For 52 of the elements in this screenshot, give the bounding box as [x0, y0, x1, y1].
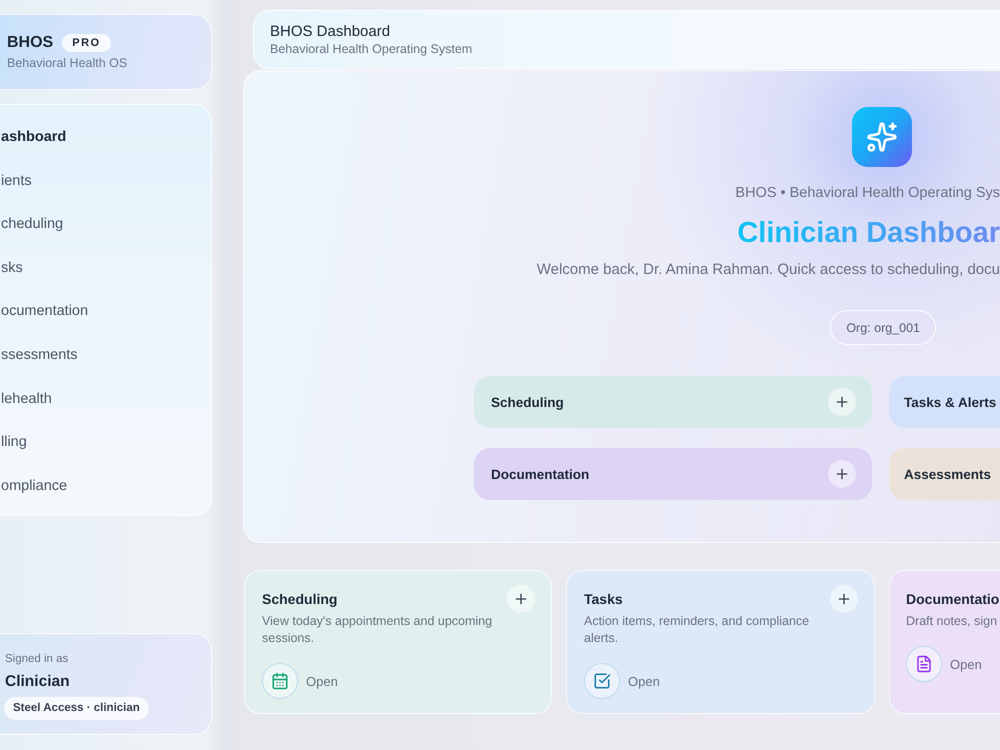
nav-item[interactable]: lling	[0, 431, 29, 454]
user-role: Clinician	[5, 672, 70, 692]
module-description: Action items, reminders, and compliance alerts.	[584, 613, 810, 647]
add-button[interactable]	[830, 585, 858, 613]
checkbox-icon	[584, 663, 620, 699]
plus-icon	[834, 394, 850, 410]
add-button[interactable]	[828, 460, 856, 488]
quick-action-card[interactable]: Documentation	[474, 448, 872, 500]
module-description: Draft notes, sign	[906, 613, 998, 630]
nav-item[interactable]: ssessments	[0, 344, 80, 366]
open-link[interactable]: Open	[628, 674, 660, 688]
module-card[interactable]: Scheduling View today's appointments and upcoming sessions. Open	[244, 570, 552, 714]
quick-action-label: Scheduling	[491, 394, 564, 410]
signed-in-caption: Signed in as	[5, 652, 68, 667]
page-subtitle: Behavioral Health Operating System	[270, 40, 474, 58]
add-button[interactable]	[507, 585, 535, 613]
open-link[interactable]: Open	[306, 674, 338, 688]
nav-item[interactable]: ompliance	[0, 474, 70, 497]
module-card[interactable]: Tasks Action items, reminders, and compliance alerts. Open	[566, 570, 875, 714]
brand-subtitle: Behavioral Health OS	[7, 55, 128, 72]
add-button[interactable]	[828, 388, 856, 416]
quick-action-card[interactable]: Scheduling	[474, 376, 872, 428]
nav-item[interactable]: sks	[0, 256, 25, 279]
calendar-icon	[262, 663, 298, 699]
quick-action-card[interactable]: Assessments	[889, 448, 1000, 500]
page-title: BHOS Dashboard	[270, 22, 392, 40]
open-link[interactable]: Open	[950, 656, 982, 672]
plus-icon	[834, 466, 850, 482]
nav-item[interactable]: cheduling	[0, 213, 66, 236]
module-title: Documentatio	[906, 590, 1000, 609]
sparkle-icon	[852, 107, 912, 167]
quick-action-label: Assessments	[904, 466, 992, 482]
welcome-text: Welcome back, Dr. Amina Rahman. Quick access to scheduling, docu	[536, 260, 1000, 280]
nav-item[interactable]: lehealth	[0, 388, 54, 410]
module-title: Scheduling	[262, 590, 338, 609]
access-badge: Steel Access · clinician	[4, 697, 149, 720]
plus-icon	[836, 591, 852, 607]
module-title: Tasks	[584, 590, 623, 609]
quick-action-label: Tasks & Alerts	[904, 394, 996, 410]
document-icon	[906, 646, 942, 682]
module-description: View today's appointments and upcoming sessions.	[262, 613, 494, 647]
plus-icon	[513, 591, 529, 607]
hero-kicker: BHOS • Behavioral Health Operating Sys	[735, 184, 1000, 203]
org-badge: Org: org_001	[830, 310, 936, 345]
nav-item[interactable]: ients	[0, 170, 34, 192]
quick-action-card[interactable]: Tasks & Alerts	[889, 376, 1000, 428]
pro-badge: PRO	[62, 34, 111, 52]
nav-item[interactable]: ashboard	[0, 126, 68, 148]
quick-action-label: Documentation	[491, 466, 590, 482]
brand-name: BHOS	[7, 33, 54, 53]
module-card[interactable]: Documentatio Draft notes, sign Open	[889, 570, 1000, 714]
nav-item[interactable]: ocumentation	[0, 300, 90, 322]
